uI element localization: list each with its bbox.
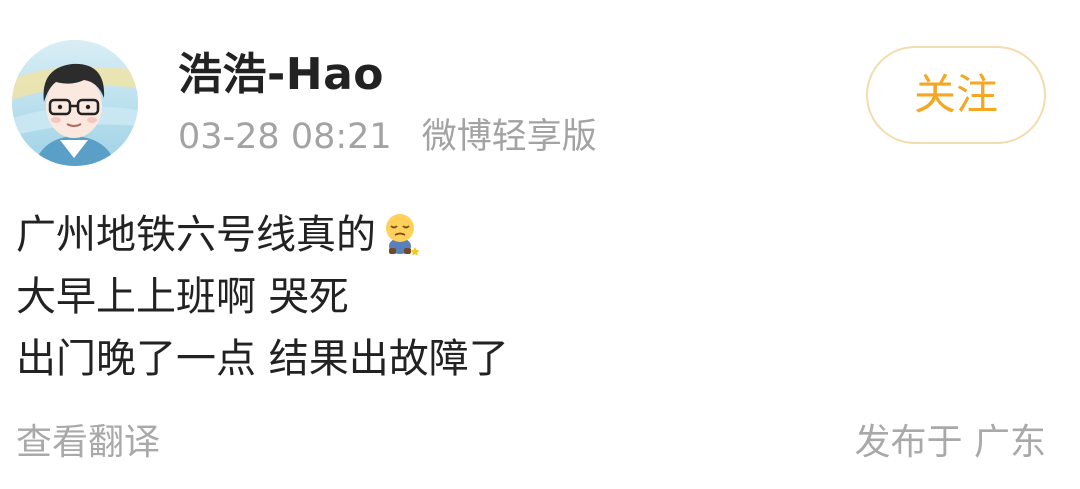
content-line: 大早上上班啊 哭死 [16,274,349,320]
avatar[interactable] [12,40,138,166]
content-line: 广州地铁六号线真的 [16,204,509,266]
post-content: 广州地铁六号线真的 大早上上班啊 哭死 出门晚了一点 结果出故障了 [16,204,509,390]
weibo-post-card: 浩浩-Hao 03-28 08:21 微博轻享版 关注 广州地铁六号线真的 大早上… [0,0,1080,489]
sad-sitting-emoji-icon [380,212,420,274]
post-meta: 03-28 08:21 微博轻享版 [178,112,597,162]
avatar-image [12,40,138,166]
content-line: 出门晚了一点 结果出故障了 [16,336,509,382]
view-translation-link[interactable]: 查看翻译 [16,418,160,468]
post-timestamp: 03-28 08:21 [178,117,392,157]
content-line-text: 广州地铁六号线真的 [16,212,376,258]
post-location: 发布于 广东 [854,422,1046,463]
author-name[interactable]: 浩浩-Hao [178,46,384,104]
follow-button[interactable]: 关注 [866,46,1046,144]
post-source[interactable]: 微博轻享版 [422,117,597,157]
